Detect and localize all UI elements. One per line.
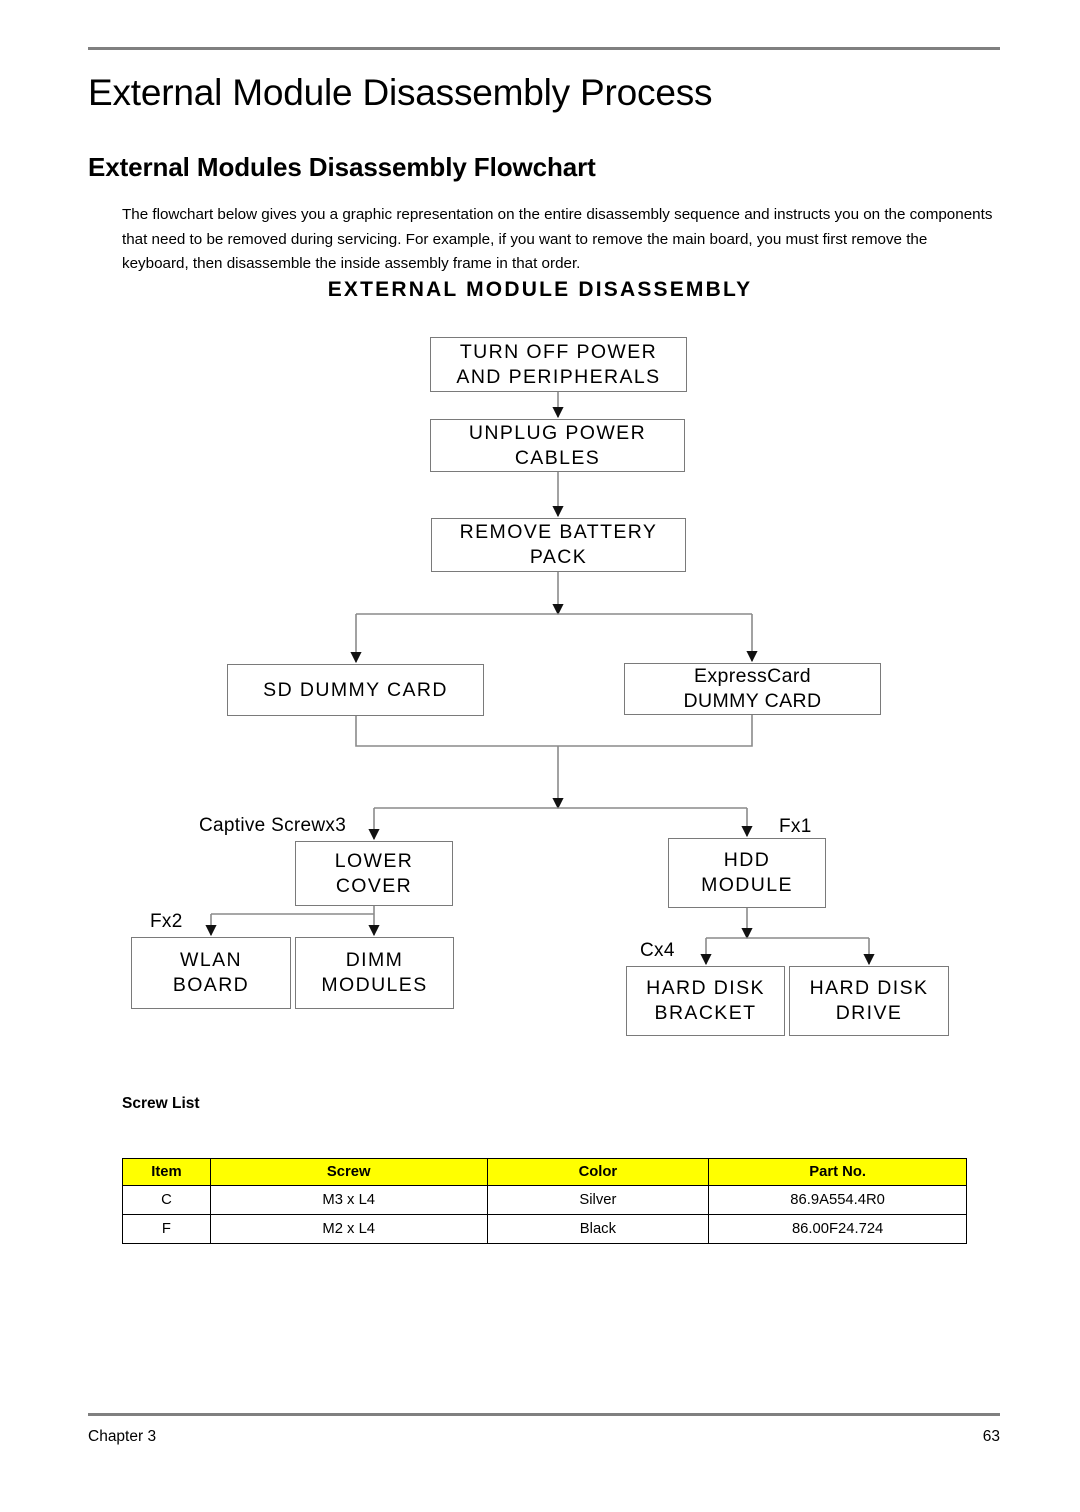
footer-page-number: 63 (982, 1428, 1000, 1445)
column-header-color: Color (486, 1158, 710, 1186)
cell-item: C (122, 1185, 211, 1215)
screw-list-table: Item Screw Color Part No. C M3 x L4 Silv… (122, 1158, 967, 1244)
flow-node-hdd-module[interactable]: HDD MODULE (668, 838, 826, 908)
table-header-row: Item Screw Color Part No. (122, 1158, 967, 1186)
column-header-screw: Screw (209, 1158, 488, 1186)
section-title: External Modules Disassembly Flowchart (88, 152, 596, 182)
column-header-part-no: Part No. (708, 1158, 967, 1186)
cell-color: Silver (486, 1185, 710, 1215)
cell-screw: M2 x L4 (209, 1214, 488, 1244)
flow-node-lower-cover[interactable]: LOWER COVER (295, 841, 453, 906)
table-row: C M3 x L4 Silver 86.9A554.4R0 (122, 1185, 967, 1215)
flow-node-sd-dummy-card[interactable]: SD DUMMY CARD (227, 664, 484, 716)
screw-list-caption: Screw List (122, 1095, 200, 1112)
cell-item: F (122, 1214, 211, 1244)
cell-part-no: 86.9A554.4R0 (708, 1185, 967, 1215)
flowchart-title: EXTERNAL MODULE DISASSEMBLY (327, 278, 753, 301)
cell-screw: M3 x L4 (209, 1185, 488, 1215)
page-title: External Module Disassembly Process (88, 72, 713, 113)
cell-part-no: 86.00F24.724 (708, 1214, 967, 1244)
edge-label-fx2: Fx2 (150, 911, 183, 932)
table-row: F M2 x L4 Black 86.00F24.724 (122, 1214, 967, 1244)
edge-label-captive-screw-x3: Captive Screwx3 (199, 815, 347, 836)
footer-chapter: Chapter 3 (88, 1428, 157, 1445)
edge-label-cx4: Cx4 (640, 940, 675, 961)
edge-label-fx1: Fx1 (779, 816, 812, 837)
flow-node-hard-disk-drive[interactable]: HARD DISK DRIVE (789, 966, 949, 1036)
flow-node-wlan-board[interactable]: WLAN BOARD (131, 937, 291, 1009)
flow-node-remove-battery[interactable]: REMOVE BATTERY PACK (431, 518, 686, 572)
cell-color: Black (486, 1214, 710, 1244)
flow-node-hard-disk-bracket[interactable]: HARD DISK BRACKET (626, 966, 785, 1036)
footer-rule (88, 1413, 1000, 1416)
flow-node-expresscard-dummy[interactable]: ExpressCard DUMMY CARD (624, 663, 881, 715)
flow-node-turn-off-power[interactable]: TURN OFF POWER AND PERIPHERALS (430, 337, 687, 392)
intro-paragraph: The flowchart below gives you a graphic … (122, 206, 993, 272)
flow-node-unplug-power[interactable]: UNPLUG POWER CABLES (430, 419, 685, 472)
header-rule (88, 47, 1000, 50)
flow-node-dimm-modules[interactable]: DIMM MODULES (295, 937, 454, 1009)
column-header-item: Item (122, 1158, 211, 1186)
